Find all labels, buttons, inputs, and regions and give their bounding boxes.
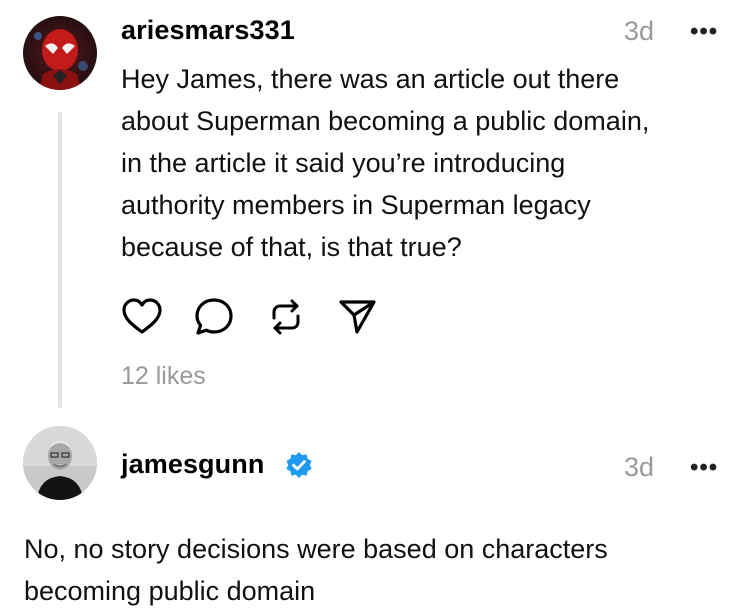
post-line: because of that, is that true? <box>121 232 462 262</box>
heart-icon[interactable] <box>121 296 163 338</box>
post-line: Hey James, there was an article out ther… <box>121 64 620 94</box>
post-timestamp: 3d <box>624 16 655 46</box>
post-username[interactable]: ariesmars331 <box>121 15 295 46</box>
verified-badge-icon <box>285 451 313 479</box>
reply-body: No, no story decisions were based on cha… <box>24 528 739 612</box>
likes-count[interactable]: 12 likes <box>121 362 206 391</box>
share-icon[interactable] <box>336 296 378 338</box>
post-line: in the article it said you’re introducin… <box>121 148 566 178</box>
post-more-icon[interactable]: ••• <box>690 18 718 46</box>
post-line: authority members in Superman legacy <box>121 190 591 220</box>
thread-line <box>58 112 62 408</box>
reply-line: No, no story decisions were based on cha… <box>24 534 608 564</box>
reply-username[interactable]: jamesgunn <box>121 449 264 480</box>
comment-icon[interactable] <box>193 296 235 338</box>
avatar-ariesmars331[interactable] <box>23 16 97 90</box>
repost-icon[interactable] <box>265 296 307 338</box>
reply-more-icon[interactable]: ••• <box>690 454 718 482</box>
post-body: Hey James, there was an article out ther… <box>121 58 736 268</box>
avatar-jamesgunn[interactable] <box>23 426 97 500</box>
post-line: about Superman becoming a public domain, <box>121 106 650 136</box>
reply-line: becoming public domain <box>24 576 316 606</box>
reply-timestamp: 3d <box>624 452 655 482</box>
